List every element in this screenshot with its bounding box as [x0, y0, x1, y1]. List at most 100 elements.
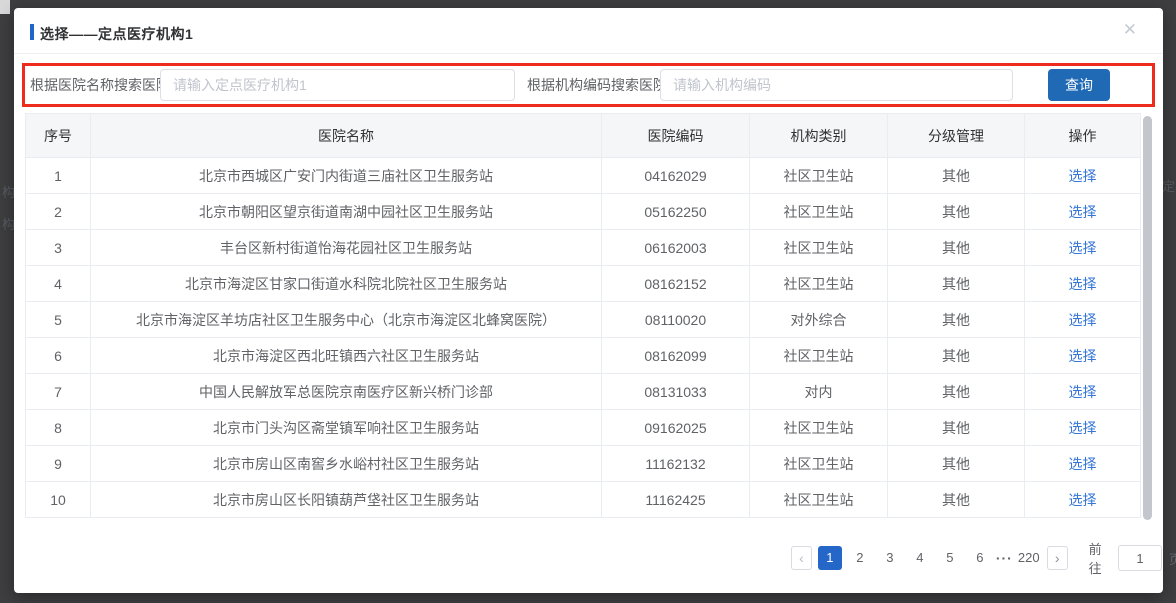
row-action-cell: 选择 — [1025, 338, 1141, 374]
row-action-cell: 选择 — [1025, 302, 1141, 338]
select-link[interactable]: 选择 — [1069, 492, 1097, 508]
row-grade: 其他 — [888, 446, 1025, 482]
row-hospital-name: 北京市房山区南窖乡水峪村社区卫生服务站 — [91, 446, 602, 482]
page-button-last[interactable]: 220 — [1017, 546, 1041, 570]
hospital-name-search-label: 根据医院名称搜索医院 — [30, 69, 170, 101]
row-org-type: 社区卫生站 — [750, 230, 888, 266]
row-grade: 其他 — [888, 158, 1025, 194]
row-action-cell: 选择 — [1025, 482, 1141, 518]
table-body: 1 北京市西城区广安门内街道三庙社区卫生服务站 04162029 社区卫生站 其… — [26, 158, 1141, 518]
chevron-right-icon: › — [1055, 551, 1060, 565]
page-button-2[interactable]: 2 — [848, 546, 872, 570]
page-button-3[interactable]: 3 — [878, 546, 902, 570]
row-org-type: 社区卫生站 — [750, 446, 888, 482]
select-link[interactable]: 选择 — [1069, 384, 1097, 400]
row-grade: 其他 — [888, 194, 1025, 230]
goto-label: 前往 — [1089, 539, 1111, 577]
row-org-type: 社区卫生站 — [750, 410, 888, 446]
row-hospital-code: 06162003 — [602, 230, 750, 266]
row-hospital-code: 08162152 — [602, 266, 750, 302]
dialog-title: 选择——定点医疗机构1 — [40, 24, 193, 44]
prev-page-button[interactable]: ‹ — [791, 546, 812, 570]
pagination: ‹ 1 2 3 4 5 6 ··· 220 › 前往 页 — [788, 544, 1176, 572]
next-page-button[interactable]: › — [1047, 546, 1068, 570]
select-link[interactable]: 选择 — [1069, 168, 1097, 184]
header-hospital-code: 医院编码 — [602, 114, 750, 158]
header-grade: 分级管理 — [888, 114, 1025, 158]
row-seq: 8 — [26, 410, 91, 446]
select-link[interactable]: 选择 — [1069, 420, 1097, 436]
row-org-type: 社区卫生站 — [750, 482, 888, 518]
select-hospital-dialog: 选择——定点医疗机构1 ✕ 根据医院名称搜索医院 根据机构编码搜索医院 查询 序… — [14, 8, 1163, 593]
row-hospital-code: 11162425 — [602, 482, 750, 518]
org-code-search-label: 根据机构编码搜索医院 — [527, 69, 667, 101]
table-row: 9 北京市房山区南窖乡水峪村社区卫生服务站 11162132 社区卫生站 其他 … — [26, 446, 1141, 482]
table-row: 7 中国人民解放军总医院京南医疗区新兴桥门诊部 08131033 对内 其他 选… — [26, 374, 1141, 410]
select-link[interactable]: 选择 — [1069, 240, 1097, 256]
row-hospital-name: 北京市西城区广安门内街道三庙社区卫生服务站 — [91, 158, 602, 194]
title-accent-bar — [30, 24, 34, 40]
page-button-5[interactable]: 5 — [938, 546, 962, 570]
page-button-4[interactable]: 4 — [908, 546, 932, 570]
row-hospital-name: 北京市海淀区甘家口街道水科院北院社区卫生服务站 — [91, 266, 602, 302]
row-hospital-code: 08162099 — [602, 338, 750, 374]
page-button-6[interactable]: 6 — [968, 546, 992, 570]
row-org-type: 社区卫生站 — [750, 158, 888, 194]
row-org-type: 对内 — [750, 374, 888, 410]
org-code-input[interactable] — [660, 69, 1013, 101]
table-row: 3 丰台区新村街道怡海花园社区卫生服务站 06162003 社区卫生站 其他 选… — [26, 230, 1141, 266]
table-row: 4 北京市海淀区甘家口街道水科院北院社区卫生服务站 08162152 社区卫生站… — [26, 266, 1141, 302]
table-row: 5 北京市海淀区羊坊店社区卫生服务中心（北京市海淀区北蜂窝医院） 0811002… — [26, 302, 1141, 338]
row-org-type: 对外综合 — [750, 302, 888, 338]
row-hospital-code: 08131033 — [602, 374, 750, 410]
row-seq: 3 — [26, 230, 91, 266]
table-row: 8 北京市门头沟区斋堂镇军响社区卫生服务站 09162025 社区卫生站 其他 … — [26, 410, 1141, 446]
row-org-type: 社区卫生站 — [750, 266, 888, 302]
select-link[interactable]: 选择 — [1069, 204, 1097, 220]
table-scrollbar[interactable] — [1143, 116, 1152, 520]
row-hospital-code: 05162250 — [602, 194, 750, 230]
close-icon[interactable]: ✕ — [1123, 20, 1137, 40]
row-hospital-name: 北京市海淀区西北旺镇西六社区卫生服务站 — [91, 338, 602, 374]
select-link[interactable]: 选择 — [1069, 348, 1097, 364]
row-grade: 其他 — [888, 338, 1025, 374]
row-hospital-name: 丰台区新村街道怡海花园社区卫生服务站 — [91, 230, 602, 266]
select-link[interactable]: 选择 — [1069, 312, 1097, 328]
row-hospital-code: 11162132 — [602, 446, 750, 482]
table-row: 1 北京市西城区广安门内街道三庙社区卫生服务站 04162029 社区卫生站 其… — [26, 158, 1141, 194]
header-org-type: 机构类别 — [750, 114, 888, 158]
row-hospital-name: 北京市海淀区羊坊店社区卫生服务中心（北京市海淀区北蜂窝医院） — [91, 302, 602, 338]
row-action-cell: 选择 — [1025, 410, 1141, 446]
hospital-table: 序号 医院名称 医院编码 机构类别 分级管理 操作 1 北京市西城区广安门内街道… — [25, 113, 1141, 518]
goto-page-input[interactable] — [1118, 545, 1162, 571]
row-action-cell: 选择 — [1025, 446, 1141, 482]
dialog-header: 选择——定点医疗机构1 ✕ — [14, 8, 1163, 54]
scrollbar-thumb[interactable] — [1143, 116, 1152, 520]
row-grade: 其他 — [888, 374, 1025, 410]
table-row: 6 北京市海淀区西北旺镇西六社区卫生服务站 08162099 社区卫生站 其他 … — [26, 338, 1141, 374]
select-link[interactable]: 选择 — [1069, 276, 1097, 292]
row-grade: 其他 — [888, 302, 1025, 338]
row-org-type: 社区卫生站 — [750, 194, 888, 230]
background-text-fragment: 定 — [1162, 176, 1175, 195]
chevron-left-icon: ‹ — [799, 551, 804, 565]
row-grade: 其他 — [888, 410, 1025, 446]
row-grade: 其他 — [888, 266, 1025, 302]
row-action-cell: 选择 — [1025, 374, 1141, 410]
page-button-1[interactable]: 1 — [818, 546, 842, 570]
row-action-cell: 选择 — [1025, 158, 1141, 194]
query-button[interactable]: 查询 — [1048, 69, 1110, 101]
row-org-type: 社区卫生站 — [750, 338, 888, 374]
header-seq: 序号 — [26, 114, 91, 158]
page-unit-label: 页 — [1169, 549, 1176, 568]
more-pages-icon[interactable]: ··· — [995, 550, 1014, 566]
row-hospital-code: 08110020 — [602, 302, 750, 338]
select-link[interactable]: 选择 — [1069, 456, 1097, 472]
table-header: 序号 医院名称 医院编码 机构类别 分级管理 操作 — [26, 114, 1141, 158]
row-grade: 其他 — [888, 230, 1025, 266]
row-seq: 10 — [26, 482, 91, 518]
row-hospital-name: 中国人民解放军总医院京南医疗区新兴桥门诊部 — [91, 374, 602, 410]
hospital-name-input[interactable] — [160, 69, 515, 101]
row-seq: 2 — [26, 194, 91, 230]
row-action-cell: 选择 — [1025, 230, 1141, 266]
